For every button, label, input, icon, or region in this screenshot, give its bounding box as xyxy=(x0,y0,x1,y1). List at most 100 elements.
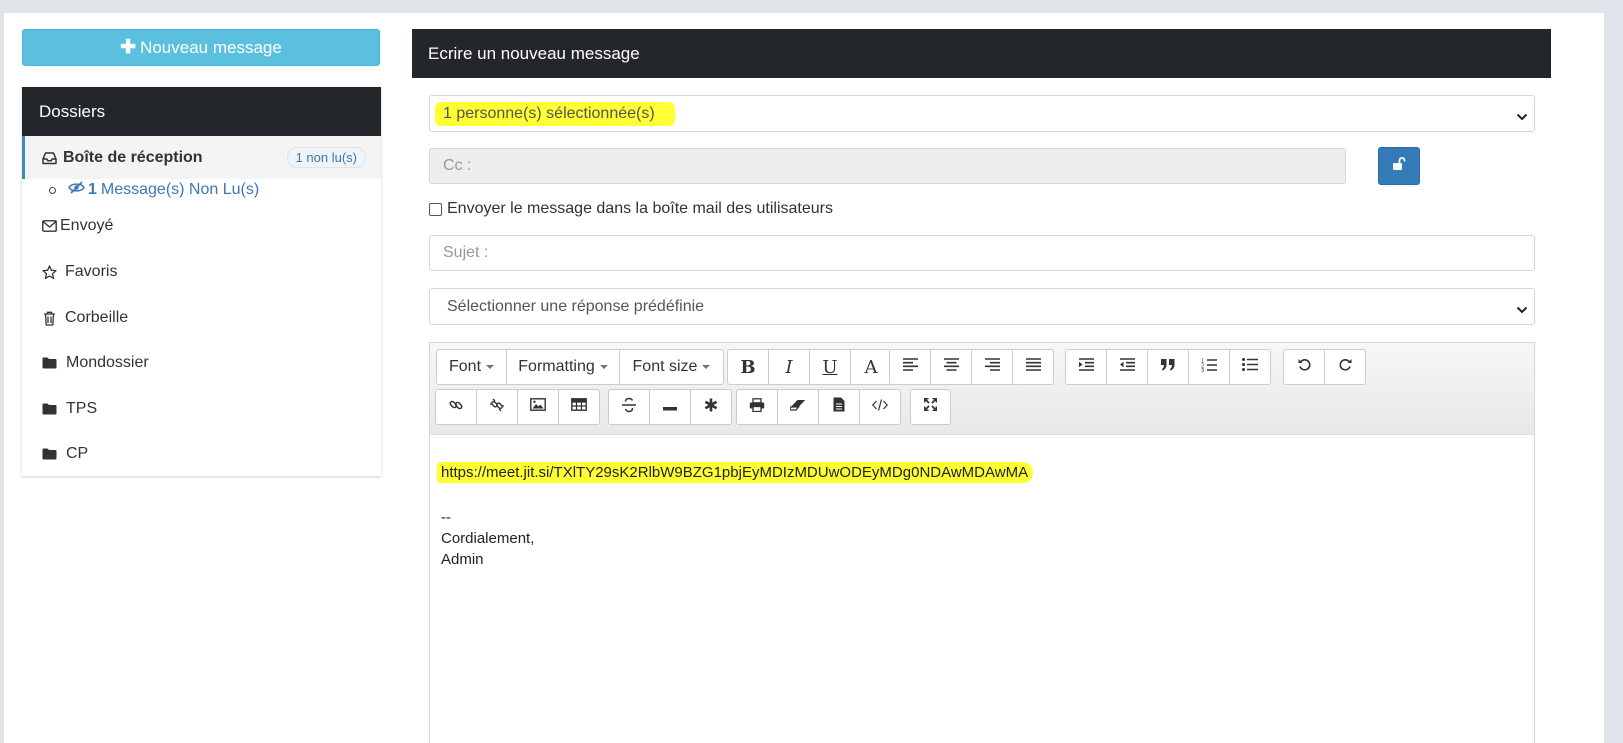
font-size-dropdown[interactable]: Font size xyxy=(619,349,724,385)
formatting-label: Formatting xyxy=(518,358,595,375)
folder-trash[interactable]: Corbeille xyxy=(22,306,381,330)
composer-panel: Ecrire un nouveau message 1 personne(s) … xyxy=(412,29,1551,743)
meeting-link[interactable]: https://meet.jit.si/TXlTY29sK2RlbW9BZG1p… xyxy=(437,462,1034,483)
predefined-reply-value: Sélectionner une réponse prédéfinie xyxy=(447,297,705,315)
outdent-icon xyxy=(1119,358,1135,376)
print-button[interactable] xyxy=(736,389,778,425)
folder-sent[interactable]: Envoyé xyxy=(22,214,381,238)
strikethrough-icon xyxy=(622,397,636,418)
folders-title: Dossiers xyxy=(22,87,381,136)
image-icon xyxy=(530,398,546,416)
undo-button[interactable] xyxy=(1283,349,1325,385)
chevron-down-icon xyxy=(1516,301,1528,319)
expand-icon xyxy=(923,397,938,416)
align-group xyxy=(889,349,1054,385)
new-message-label: Nouveau message xyxy=(140,37,282,57)
composer-title: Ecrire un nouveau message xyxy=(412,29,1551,78)
send-mail-checkbox[interactable] xyxy=(429,202,442,216)
envelope-icon xyxy=(41,218,57,234)
history-group xyxy=(1283,349,1366,385)
star-icon xyxy=(41,264,57,280)
table-button[interactable] xyxy=(558,389,600,425)
indent-button[interactable] xyxy=(1065,349,1107,385)
horizontal-rule-button[interactable] xyxy=(649,389,691,425)
inbox-icon xyxy=(41,150,57,166)
caret-down-icon xyxy=(599,365,608,369)
unread-label: Message(s) Non Lu(s) xyxy=(100,181,260,198)
indent-icon xyxy=(1078,358,1094,376)
insert-group xyxy=(435,389,600,425)
misc-group xyxy=(608,389,732,425)
inbox-label: Boîte de réception xyxy=(63,148,203,166)
template-button[interactable] xyxy=(818,389,860,425)
folder-cp[interactable]: CP xyxy=(22,442,381,466)
editor-content[interactable]: https://meet.jit.si/TXlTY29sK2RlbW9BZG1p… xyxy=(430,435,1534,597)
trash-icon xyxy=(41,310,57,326)
align-right-icon xyxy=(984,358,1000,376)
view-group xyxy=(910,389,951,425)
file-icon xyxy=(833,397,845,417)
fullscreen-button[interactable] xyxy=(910,389,951,425)
link-button[interactable] xyxy=(435,389,477,425)
font-size-label: Font size xyxy=(632,358,698,375)
strikethrough-button[interactable] xyxy=(608,389,650,425)
align-justify-icon xyxy=(1025,358,1041,376)
redo-button[interactable] xyxy=(1324,349,1366,385)
new-message-button[interactable]: ✚ Nouveau message xyxy=(22,29,380,66)
chevron-down-icon xyxy=(1516,108,1528,126)
folder-label: Mondossier xyxy=(66,354,149,371)
signature-name: Admin xyxy=(441,551,484,568)
redo-icon xyxy=(1339,358,1352,376)
link-icon xyxy=(449,398,463,417)
caret-down-icon xyxy=(702,365,711,369)
folder-label: Corbeille xyxy=(65,309,129,326)
folder-inbox[interactable]: Boîte de réception 1 non lu(s) xyxy=(22,136,381,179)
text-color-button[interactable]: A xyxy=(850,349,892,385)
recipients-value: 1 personne(s) sélectionnée(s) xyxy=(435,101,675,126)
align-justify-button[interactable] xyxy=(1012,349,1054,385)
align-left-button[interactable] xyxy=(889,349,931,385)
unlink-button[interactable] xyxy=(476,389,518,425)
recipients-select[interactable]: 1 personne(s) sélectionnée(s) xyxy=(429,95,1535,132)
cc-input[interactable]: Cc : xyxy=(429,148,1346,184)
ordered-list-button[interactable]: 123 xyxy=(1188,349,1230,385)
rich-text-editor: Font Formatting Font size B I U A 1 2 3 … xyxy=(429,342,1535,743)
eraser-button[interactable] xyxy=(777,389,819,425)
code-view-button[interactable] xyxy=(859,389,901,425)
align-right-button[interactable] xyxy=(971,349,1013,385)
horizontal-rule-icon xyxy=(663,398,677,416)
eraser-icon xyxy=(788,398,806,416)
undo-icon xyxy=(1298,358,1311,376)
outdent-button[interactable] xyxy=(1106,349,1148,385)
quote-button[interactable] xyxy=(1147,349,1189,385)
unread-badge: 1 non lu(s) xyxy=(286,147,366,168)
unread-messages-link[interactable]: 1 Message(s) Non Lu(s) xyxy=(48,181,259,199)
code-icon xyxy=(871,398,889,416)
subject-placeholder: Sujet : xyxy=(443,244,489,261)
predefined-reply-select[interactable]: Sélectionner une réponse prédéfinie xyxy=(429,288,1535,325)
align-left-icon xyxy=(902,358,918,376)
unlink-icon xyxy=(490,398,504,417)
folder-icon xyxy=(41,401,57,417)
list-bullet xyxy=(49,186,56,194)
image-button[interactable] xyxy=(517,389,559,425)
caret-down-icon xyxy=(486,365,495,369)
italic-button[interactable]: I xyxy=(768,349,810,385)
subject-input[interactable]: Sujet : xyxy=(429,235,1535,271)
asterisk-icon xyxy=(704,398,718,417)
folder-favorites[interactable]: Favoris xyxy=(22,260,381,284)
bold-button[interactable]: B xyxy=(727,349,769,385)
signature-separator: -- xyxy=(441,509,451,526)
special-char-button[interactable] xyxy=(690,389,732,425)
font-dropdown[interactable]: Font xyxy=(436,349,507,385)
underline-button[interactable]: U xyxy=(809,349,851,385)
page: ✚ Nouveau message Dossiers Boîte de réce… xyxy=(4,13,1604,743)
unordered-list-button[interactable] xyxy=(1229,349,1271,385)
unordered-list-icon xyxy=(1242,358,1258,376)
formatting-dropdown[interactable]: Formatting xyxy=(506,349,620,385)
folder-tps[interactable]: TPS xyxy=(22,397,381,421)
align-center-button[interactable] xyxy=(930,349,972,385)
unlock-cc-button[interactable] xyxy=(1378,147,1420,185)
send-mail-option[interactable]: Envoyer le message dans la boîte mail de… xyxy=(429,200,833,218)
folder-mondossier[interactable]: Mondossier xyxy=(22,351,381,375)
